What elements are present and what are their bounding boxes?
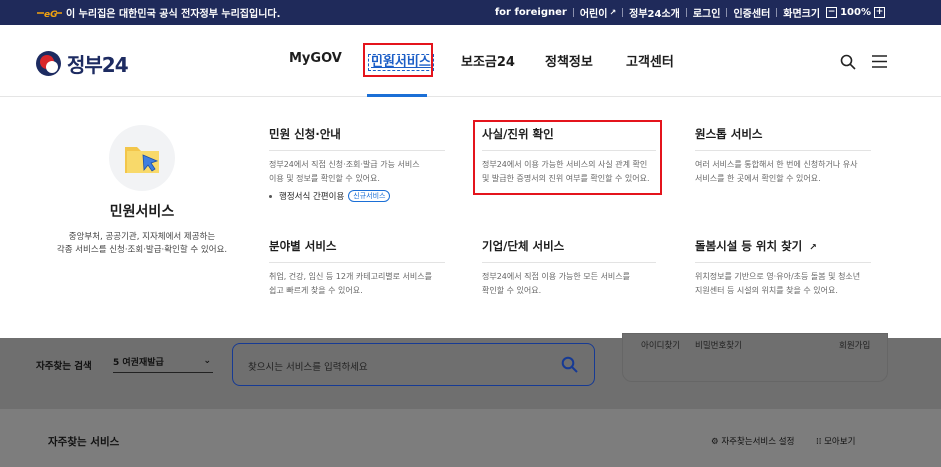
settings-link[interactable]: ⚙ 자주찾는서비스 설정 (711, 435, 794, 447)
dimmed-frequent-services: 자주찾는 서비스 ⚙ 자주찾는서비스 설정 ⁞⁞ 모아보기 (0, 409, 941, 467)
nav-policy-info[interactable]: 정책정보 (545, 51, 593, 70)
dropdown-description-line: 각종 서비스를 신청·조회·발급·확인할 수 있어요. (56, 245, 228, 255)
frequent-search-select[interactable]: 5 여권재발급 ⌄ (113, 355, 213, 373)
service-one-stop[interactable]: 원스톱 서비스 여러 서비스를 통합해서 한 번에 신청하거나 유사 서비스를 … (695, 126, 871, 186)
service-description-line: 확인할 수 있어요. (482, 286, 542, 295)
service-description: 정부24에서 직접 신청·조회·발급 가능 서비스 이용 및 정보를 확인할 수… (269, 158, 445, 186)
folder-cursor-icon (109, 125, 175, 191)
highlight-box (363, 43, 433, 77)
gear-icon: ⚙ (711, 437, 719, 447)
search-icon[interactable] (561, 356, 578, 373)
external-link-icon: ↗ (809, 243, 817, 253)
zoom-out-button[interactable]: − (826, 7, 838, 18)
link-cert-center[interactable]: 인증센터 (733, 5, 770, 20)
divider (622, 8, 624, 17)
service-description-line: 쉽고 빠르게 찾을 수 있어요. (269, 286, 363, 295)
frequent-services-title: 자주찾는 서비스 (48, 436, 120, 448)
service-description-line: 위치정보를 기반으로 영·유아/초등 돌봄 및 청소년 (695, 272, 861, 281)
dropdown-title: 민원서비스 (109, 204, 175, 220)
service-title: 분야별 서비스 (269, 238, 445, 263)
frequent-search-value: 5 여권재발급 (113, 358, 164, 368)
service-description-line: 취업, 건강, 임신 등 12개 카테고리별로 서비스를 (269, 272, 433, 281)
divider (572, 8, 574, 17)
taegeuk-logo-icon (36, 51, 61, 76)
external-link-icon: ↗ (609, 8, 617, 17)
find-password-link[interactable]: 비밀번호찾기 (695, 339, 742, 351)
frequent-search-label: 자주찾는 검색 (36, 361, 92, 372)
new-service-badge: 신규서비스 (348, 190, 391, 202)
service-business-organization[interactable]: 기업/단체 서비스 정부24에서 직접 이용 가능한 모든 서비스를 확인할 수… (482, 238, 656, 298)
service-civil-application[interactable]: 민원 신청·안내 정부24에서 직접 신청·조회·발급 가능 서비스 이용 및 … (269, 126, 445, 202)
service-description-line: 이용 및 정보를 확인할 수 있어요. (269, 174, 380, 183)
dropdown-description: 중앙부처, 공공기관, 지자체에서 제공하는 각종 서비스를 신청·조회·발급·… (52, 231, 232, 257)
hamburger-menu-icon[interactable] (872, 55, 887, 68)
zoom-level: 100% (840, 7, 871, 18)
service-title: 원스톱 서비스 (695, 126, 871, 151)
utility-links: for foreigner 어린이 ↗ 정부24소개 로그인 인증센터 화면크기… (495, 0, 888, 25)
service-description: 정부24에서 직접 이용 가능한 모든 서비스를 확인할 수 있어요. (482, 270, 656, 298)
logo-text: 정부24 (67, 53, 129, 77)
screen-size-label: 화면크기 (783, 9, 821, 20)
chevron-down-icon: ⌄ (203, 356, 211, 366)
site-header: 정부24 MyGOV 민원서비스 보조금24 정책정보 고객센터 (0, 25, 941, 97)
find-id-link[interactable]: 아이디찾기 (641, 339, 680, 351)
sub-link-label: 행정서식 간편이용 (279, 192, 345, 202)
bullet-icon (269, 194, 272, 198)
dropdown-intro: 민원서비스 중앙부처, 공공기관, 지자체에서 제공하는 각종 서비스를 신청·… (52, 125, 232, 257)
service-search-box[interactable]: 찾으시는 서비스를 입력하세요 (232, 343, 595, 386)
site-logo[interactable]: 정부24 (36, 49, 129, 78)
service-title-text: 돌봄시설 등 위치 찾기 (695, 239, 803, 253)
link-login[interactable]: 로그인 (693, 5, 721, 20)
divider (726, 8, 728, 17)
service-by-category[interactable]: 분야별 서비스 취업, 건강, 임신 등 12개 카테고리별로 서비스를 쉽고 … (269, 238, 445, 298)
service-title: 기업/단체 서비스 (482, 238, 656, 263)
grid-icon: ⁞⁞ (816, 437, 822, 447)
service-care-facility-locator[interactable]: 돌봄시설 등 위치 찾기 ↗ 위치정보를 기반으로 영·유아/초등 돌봄 및 청… (695, 238, 871, 298)
link-foreigner[interactable]: for foreigner (495, 7, 567, 18)
svg-text:eG: eG (44, 10, 58, 18)
sign-up-link[interactable]: 회원가입 (839, 339, 870, 351)
service-title: 민원 신청·안내 (269, 126, 445, 151)
login-card: 아이디찾기 비밀번호찾기 회원가입 (622, 333, 888, 382)
civil-service-dropdown: 민원서비스 중앙부처, 공공기관, 지자체에서 제공하는 각종 서비스를 신청·… (0, 97, 941, 338)
service-title: 돌봄시설 등 위치 찾기 ↗ (695, 238, 871, 263)
service-description: 여러 서비스를 통합해서 한 번에 신청하거나 유사 서비스를 한 곳에서 확인… (695, 158, 871, 186)
view-all-label: 모아보기 (824, 437, 856, 447)
sub-link-form-easy-use[interactable]: 행정서식 간편이용 신규서비스 (269, 190, 445, 202)
view-all-link[interactable]: ⁞⁞ 모아보기 (816, 435, 855, 447)
dropdown-description-line: 중앙부처, 공공기관, 지자체에서 제공하는 (68, 232, 216, 242)
top-utility-bar: eG 이 누리집은 대한민국 공식 전자정부 누리집입니다. for forei… (0, 0, 941, 25)
zoom-in-button[interactable]: + (874, 7, 885, 18)
search-placeholder: 찾으시는 서비스를 입력하세요 (248, 362, 368, 373)
service-description-line: 정부24에서 직접 이용 가능한 모든 서비스를 (482, 272, 631, 281)
search-icon[interactable] (840, 54, 856, 70)
service-description-line: 지원센터 등 시설의 위치를 찾을 수 있어요. (695, 286, 838, 295)
nav-subsidy24[interactable]: 보조금24 (461, 51, 515, 70)
service-description-line: 여러 서비스를 통합해서 한 번에 신청하거나 유사 (695, 160, 858, 169)
service-description: 취업, 건강, 임신 등 12개 카테고리별로 서비스를 쉽고 빠르게 찾을 수… (269, 270, 445, 298)
link-kids[interactable]: 어린이 (580, 5, 608, 20)
nav-mygov[interactable]: MyGOV (289, 51, 342, 66)
gov-notice: eG 이 누리집은 대한민국 공식 전자정부 누리집입니다. (36, 0, 280, 25)
dimmed-page-content: 자주찾는 검색 5 여권재발급 ⌄ 찾으시는 서비스를 입력하세요 아이디찾기 … (0, 333, 941, 467)
settings-label: 자주찾는서비스 설정 (721, 437, 795, 447)
nav-customer-center[interactable]: 고객센터 (626, 51, 674, 70)
service-description-line: 정부24에서 직접 신청·조회·발급 가능 서비스 (269, 160, 420, 169)
divider (776, 8, 778, 17)
egov-logo-icon: eG (36, 8, 62, 18)
gov-notice-text: 이 누리집은 대한민국 공식 전자정부 누리집입니다. (66, 9, 281, 20)
divider (685, 8, 687, 17)
link-about[interactable]: 정부24소개 (629, 5, 680, 20)
highlight-box (473, 120, 662, 195)
service-description: 위치정보를 기반으로 영·유아/초등 돌봄 및 청소년 지원센터 등 시설의 위… (695, 270, 871, 298)
dimmed-search-section: 자주찾는 검색 5 여권재발급 ⌄ 찾으시는 서비스를 입력하세요 아이디찾기 … (0, 333, 941, 409)
service-description-line: 서비스를 한 곳에서 확인할 수 있어요. (695, 174, 821, 183)
